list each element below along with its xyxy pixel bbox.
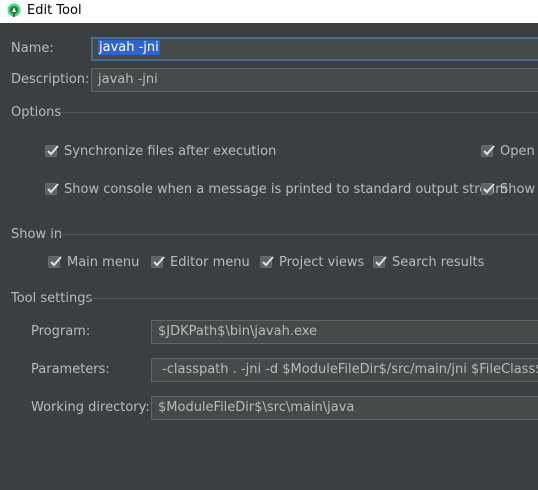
- tool-settings-separator: [84, 298, 538, 299]
- program-field-value: $JDKPath$\bin\javah.exe: [158, 324, 318, 339]
- working-directory-field[interactable]: $ModuleFileDir$\src\main\java: [151, 396, 538, 420]
- working-directory-label: Working directory:: [31, 400, 150, 415]
- parameters-label: Parameters:: [31, 362, 110, 377]
- working-directory-field-value: $ModuleFileDir$\src\main\java: [158, 400, 355, 415]
- android-studio-icon: [7, 3, 21, 18]
- checkbox-show-console-stdout[interactable]: [45, 183, 59, 195]
- show-in-section-label: Show in: [11, 227, 63, 242]
- options-section-label: Options: [11, 105, 62, 120]
- name-label: Name:: [11, 41, 54, 56]
- checkmark-icon: [47, 145, 59, 156]
- checkmark-icon: [262, 256, 274, 267]
- description-field-value: javah -jni: [98, 72, 158, 87]
- checkbox-editor-menu[interactable]: [151, 256, 165, 268]
- description-label: Description:: [11, 72, 90, 87]
- checkmark-icon: [375, 256, 387, 267]
- checkbox-label-show-console-stderr: Show c: [500, 182, 538, 197]
- options-separator: [60, 112, 538, 113]
- checkbox-label-show-console-stdout: Show console when a message is printed t…: [64, 182, 508, 197]
- name-field[interactable]: javah -jni: [91, 37, 538, 61]
- checkmark-icon: [47, 183, 59, 194]
- checkbox-search-results[interactable]: [373, 256, 387, 268]
- checkbox-label-search-results: Search results: [392, 255, 485, 270]
- checkbox-synchronize-files[interactable]: [45, 145, 59, 157]
- name-field-value: javah -jni: [98, 40, 160, 55]
- checkbox-main-menu[interactable]: [48, 256, 62, 268]
- parameters-field[interactable]: -classpath . -jni -d $ModuleFileDir$/src…: [151, 358, 538, 382]
- checkbox-project-views[interactable]: [260, 256, 274, 268]
- program-field[interactable]: $JDKPath$\bin\javah.exe: [151, 320, 538, 344]
- window-title: Edit Tool: [27, 3, 82, 18]
- program-label: Program:: [31, 324, 91, 339]
- title-bar: Edit Tool: [0, 0, 538, 23]
- checkmark-icon: [153, 256, 165, 267]
- checkbox-label-editor-menu: Editor menu: [170, 255, 250, 270]
- tool-settings-section-label: Tool settings: [11, 291, 93, 306]
- edit-tool-dialog: Name: javah -jni Description: javah -jni…: [0, 23, 538, 490]
- description-field[interactable]: javah -jni: [91, 68, 538, 92]
- checkbox-label-project-views: Project views: [279, 255, 365, 270]
- show-in-separator: [60, 234, 538, 235]
- checkmark-icon: [483, 145, 495, 156]
- checkbox-open-console[interactable]: [481, 145, 495, 157]
- parameters-field-value: -classpath . -jni -d $ModuleFileDir$/src…: [162, 362, 538, 377]
- checkmark-icon: [483, 183, 495, 194]
- checkbox-label-synchronize-files: Synchronize files after execution: [64, 144, 277, 159]
- checkmark-icon: [50, 256, 62, 267]
- checkbox-show-console-stderr[interactable]: [481, 183, 495, 195]
- checkbox-label-main-menu: Main menu: [67, 255, 140, 270]
- checkbox-label-open-console: Open c: [500, 144, 538, 159]
